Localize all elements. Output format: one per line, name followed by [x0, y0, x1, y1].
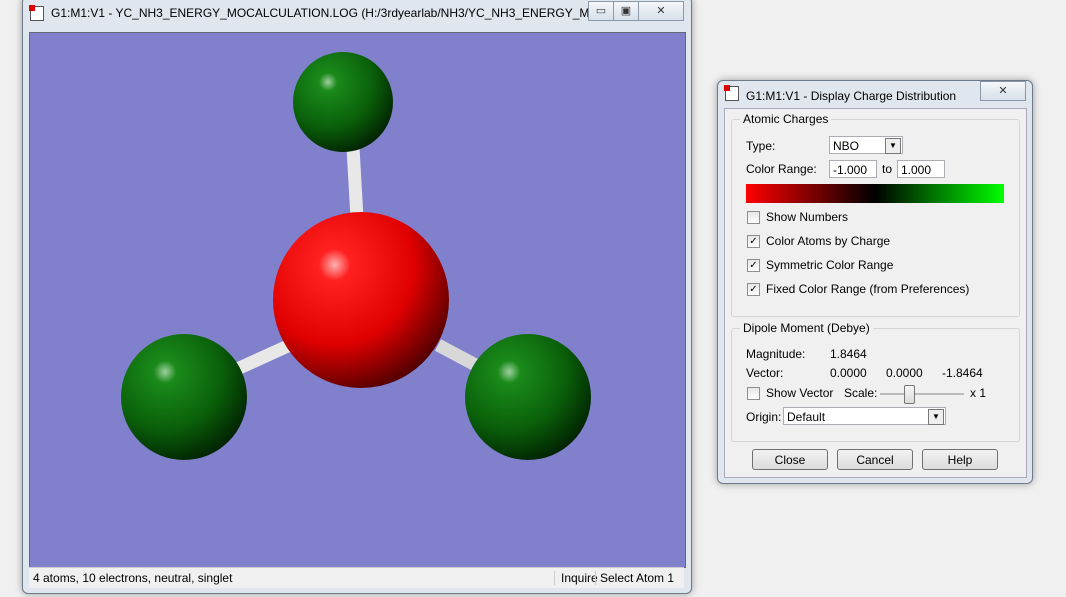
vector-label: Vector:: [746, 366, 784, 380]
cancel-button[interactable]: Cancel: [837, 449, 913, 470]
magnitude-value: 1.8464: [830, 347, 867, 361]
range-min-input[interactable]: -1.000: [829, 160, 877, 178]
type-value: NBO: [833, 139, 860, 153]
app-icon: [29, 5, 44, 21]
type-select[interactable]: NBO ▼: [829, 136, 903, 154]
checkbox-checked[interactable]: ✓: [747, 283, 760, 296]
scale-label: Scale:: [844, 386, 878, 400]
origin-label: Origin:: [746, 410, 782, 424]
maximize-button[interactable]: ▣: [613, 1, 639, 21]
dialog-close-button[interactable]: ✕: [980, 81, 1026, 101]
magnitude-label: Magnitude:: [746, 347, 806, 361]
origin-select[interactable]: Default ▼: [783, 407, 946, 425]
vector-x: 0.0000: [830, 366, 867, 380]
to-label: to: [882, 162, 893, 176]
scale-slider[interactable]: [880, 385, 964, 404]
molecule-viewport[interactable]: [29, 32, 686, 568]
main-window: G1:M1:V1 - YC_NH3_ENERGY_MOCALCULATION.L…: [22, 0, 692, 594]
close-dialog-button[interactable]: Close: [752, 449, 828, 470]
hydrogen-atom[interactable]: [293, 52, 393, 152]
slider-thumb[interactable]: [904, 385, 915, 404]
range-max-input[interactable]: 1.000: [897, 160, 945, 178]
status-action: Select Atom 1: [595, 571, 674, 585]
molecule-render[interactable]: [30, 33, 685, 567]
checkbox[interactable]: [747, 211, 760, 224]
origin-value: Default: [787, 410, 826, 424]
option-label: Color Atoms by Charge: [766, 234, 891, 248]
charge-distribution-dialog: G1:M1:V1 - Display Charge Distribution ✕…: [717, 80, 1033, 484]
window-title: G1:M1:V1 - YC_NH3_ENERGY_MOCALCULATION.L…: [51, 6, 618, 20]
dialog-title: G1:M1:V1 - Display Charge Distribution: [746, 89, 957, 103]
chevron-down-icon: ▼: [928, 409, 944, 425]
checkbox-checked[interactable]: ✓: [747, 235, 760, 248]
close-button[interactable]: ✕: [638, 1, 684, 21]
vector-y: 0.0000: [886, 366, 923, 380]
nitrogen-atom[interactable]: [273, 212, 449, 388]
type-label: Type:: [746, 139, 776, 153]
group-label: Atomic Charges: [740, 112, 832, 126]
checkbox-checked[interactable]: ✓: [747, 259, 760, 272]
minimize-button[interactable]: ▭: [588, 1, 614, 21]
option-label: Symmetric Color Range: [766, 258, 894, 272]
option-label: Show Numbers: [766, 210, 849, 224]
show-vector-checkbox[interactable]: [747, 387, 760, 400]
bond: [232, 339, 293, 376]
status-bar: 4 atoms, 10 electrons, neutral, singlet …: [29, 567, 684, 588]
status-mode: Inquire: [554, 571, 598, 585]
app-icon: [724, 85, 739, 101]
status-info: 4 atoms, 10 electrons, neutral, singlet: [33, 571, 233, 585]
vector-z: -1.8464: [942, 366, 983, 380]
show-vector-label: Show Vector: [766, 386, 834, 400]
atomic-charges-group: Atomic Charges Type: NBO ▼ Color Range: -…: [731, 112, 1020, 317]
help-button[interactable]: Help: [922, 449, 998, 470]
dipole-moment-group: Dipole Moment (Debye) Magnitude: 1.8464 …: [731, 321, 1020, 442]
group-label: Dipole Moment (Debye): [740, 321, 873, 335]
chevron-down-icon: ▼: [885, 138, 901, 154]
bond: [346, 147, 364, 219]
color-range-gradient: [746, 184, 1004, 203]
hydrogen-atom[interactable]: [465, 334, 591, 460]
hydrogen-atom[interactable]: [121, 334, 247, 460]
option-label: Fixed Color Range (from Preferences): [766, 282, 970, 296]
scale-value: x 1: [970, 386, 987, 400]
color-range-label: Color Range:: [746, 162, 817, 176]
